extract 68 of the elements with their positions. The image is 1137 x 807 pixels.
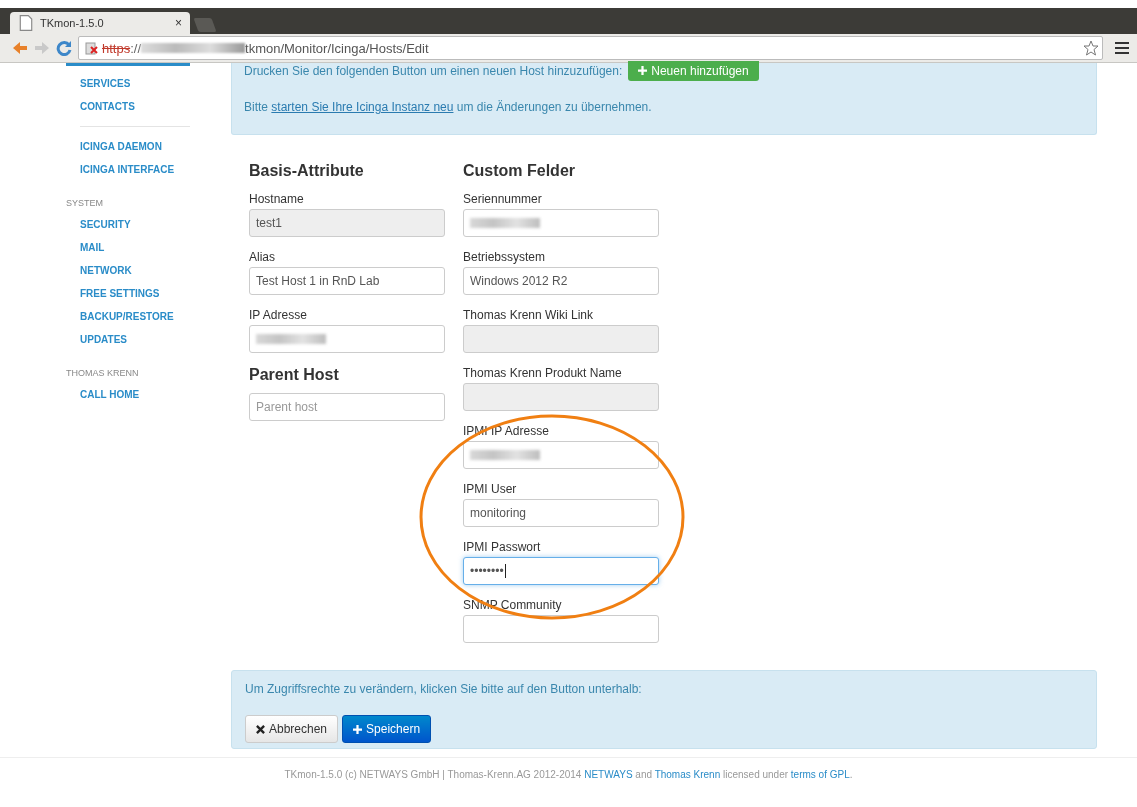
input-field[interactable] bbox=[463, 615, 659, 643]
text-cursor bbox=[504, 564, 506, 578]
field-label: Alias bbox=[249, 249, 276, 266]
add-button[interactable]: Neuen hinzufügen bbox=[628, 60, 759, 81]
footer-link[interactable]: Thomas Krenn bbox=[654, 769, 721, 780]
field-label: IPMI Passwort bbox=[463, 539, 542, 556]
cancel-button[interactable]: Abbrechen bbox=[245, 715, 339, 743]
footer-link[interactable]: NETWAYS bbox=[584, 769, 633, 780]
sidebar-link[interactable]: FREE SETTINGS bbox=[66, 282, 231, 305]
new-tab-button[interactable] bbox=[193, 18, 217, 32]
field-label: Hostname bbox=[249, 191, 305, 208]
input-field[interactable] bbox=[463, 441, 659, 469]
sidebar-link[interactable]: ICINGA DAEMON bbox=[66, 135, 231, 158]
field-label: Thomas Krenn Produkt Name bbox=[463, 365, 623, 382]
bookmark-star-icon[interactable] bbox=[1083, 40, 1099, 56]
page-icon bbox=[18, 15, 34, 31]
input-field[interactable] bbox=[463, 209, 659, 237]
sidebar-link[interactable]: BACKUP/RESTORE bbox=[66, 305, 231, 328]
menu-icon[interactable] bbox=[1115, 42, 1129, 54]
save-button[interactable]: Speichern bbox=[342, 715, 432, 743]
close-icon bbox=[256, 724, 265, 734]
input-field[interactable] bbox=[463, 325, 659, 353]
section-heading: Parent Host bbox=[249, 365, 340, 385]
info-text: Drucken Sie den folgenden Button um einen neuen Host hinzuzufügen: bbox=[244, 63, 623, 78]
section-heading: SYSTEM bbox=[66, 197, 104, 210]
sidebar-link[interactable]: ICINGA INTERFACE bbox=[66, 158, 231, 181]
input-field[interactable] bbox=[463, 383, 659, 411]
section-heading: Custom Felder bbox=[463, 161, 576, 181]
section-heading: Basis-Attribute bbox=[249, 161, 365, 181]
footer-link[interactable]: terms of GPL bbox=[790, 769, 850, 780]
back-icon[interactable] bbox=[12, 40, 28, 56]
sidebar-link[interactable]: SECURITY bbox=[66, 213, 231, 236]
sidebar-link[interactable]: CONTACTS bbox=[66, 95, 231, 118]
field-label: Betriebssystem bbox=[463, 249, 547, 266]
footer-text: TKmon-1.5.0 (c) NETWAYS GmbH | Thomas-Krenn.AG 2012-2014 NETWAYS and Thomas Krenn licensed under terms of GPL. bbox=[0, 757, 1137, 780]
input-field[interactable]: monitoring bbox=[463, 499, 659, 527]
url-scheme: https bbox=[102, 40, 131, 56]
tab-title: TKmon-1.5.0 bbox=[40, 17, 105, 29]
close-button[interactable]: × bbox=[175, 16, 182, 30]
input-field[interactable]: test1 bbox=[249, 209, 445, 237]
sidebar-link[interactable]: UPDATES bbox=[66, 328, 231, 351]
sidebar-link[interactable]: MAIL bbox=[66, 236, 231, 259]
input-field[interactable]: •••••••• bbox=[463, 557, 659, 585]
field-label: IPMI User bbox=[463, 481, 518, 498]
input-field[interactable] bbox=[249, 325, 445, 353]
sidebar-link[interactable]: CALL HOME bbox=[66, 383, 231, 406]
plus-icon bbox=[353, 724, 363, 734]
url-path: tkmon/Monitor/Icinga/Hosts/Edit bbox=[245, 40, 429, 56]
info-text: Bitte starten Sie Ihre Icinga Instanz neu um die Änderungen zu übernehmen. bbox=[244, 100, 653, 114]
address-bar[interactable]: https:// tkmon/Monitor/Icinga/Hosts/Edit bbox=[78, 36, 1103, 60]
field-label: IP Adresse bbox=[249, 307, 308, 324]
forward-icon[interactable] bbox=[34, 40, 50, 56]
browser-tab[interactable]: TKmon-1.5.0 × bbox=[10, 12, 190, 34]
field-value: •••••••• bbox=[470, 564, 504, 578]
field-label: Seriennummer bbox=[463, 191, 543, 208]
input-field[interactable]: Parent host bbox=[249, 393, 445, 421]
section-heading: THOMAS KRENN bbox=[66, 367, 140, 380]
url-separator: :// bbox=[130, 40, 142, 56]
sidebar-link[interactable]: NETWORK bbox=[66, 259, 231, 282]
broken-lock-icon bbox=[85, 41, 99, 55]
field-label: Thomas Krenn Wiki Link bbox=[463, 307, 595, 324]
info-text: Um Zugriffsrechte zu verändern, klicken Sie bitte auf den Button unterhalb: bbox=[245, 681, 643, 697]
sidebar-link[interactable]: SERVICES bbox=[66, 72, 231, 95]
restart-link[interactable]: starten Sie Ihre Icinga Instanz neu bbox=[271, 100, 454, 114]
input-field[interactable]: Windows 2012 R2 bbox=[463, 267, 659, 295]
input-field[interactable]: Test Host 1 in RnD Lab bbox=[249, 267, 445, 295]
reload-icon[interactable] bbox=[56, 40, 72, 56]
plus-icon bbox=[638, 66, 648, 75]
